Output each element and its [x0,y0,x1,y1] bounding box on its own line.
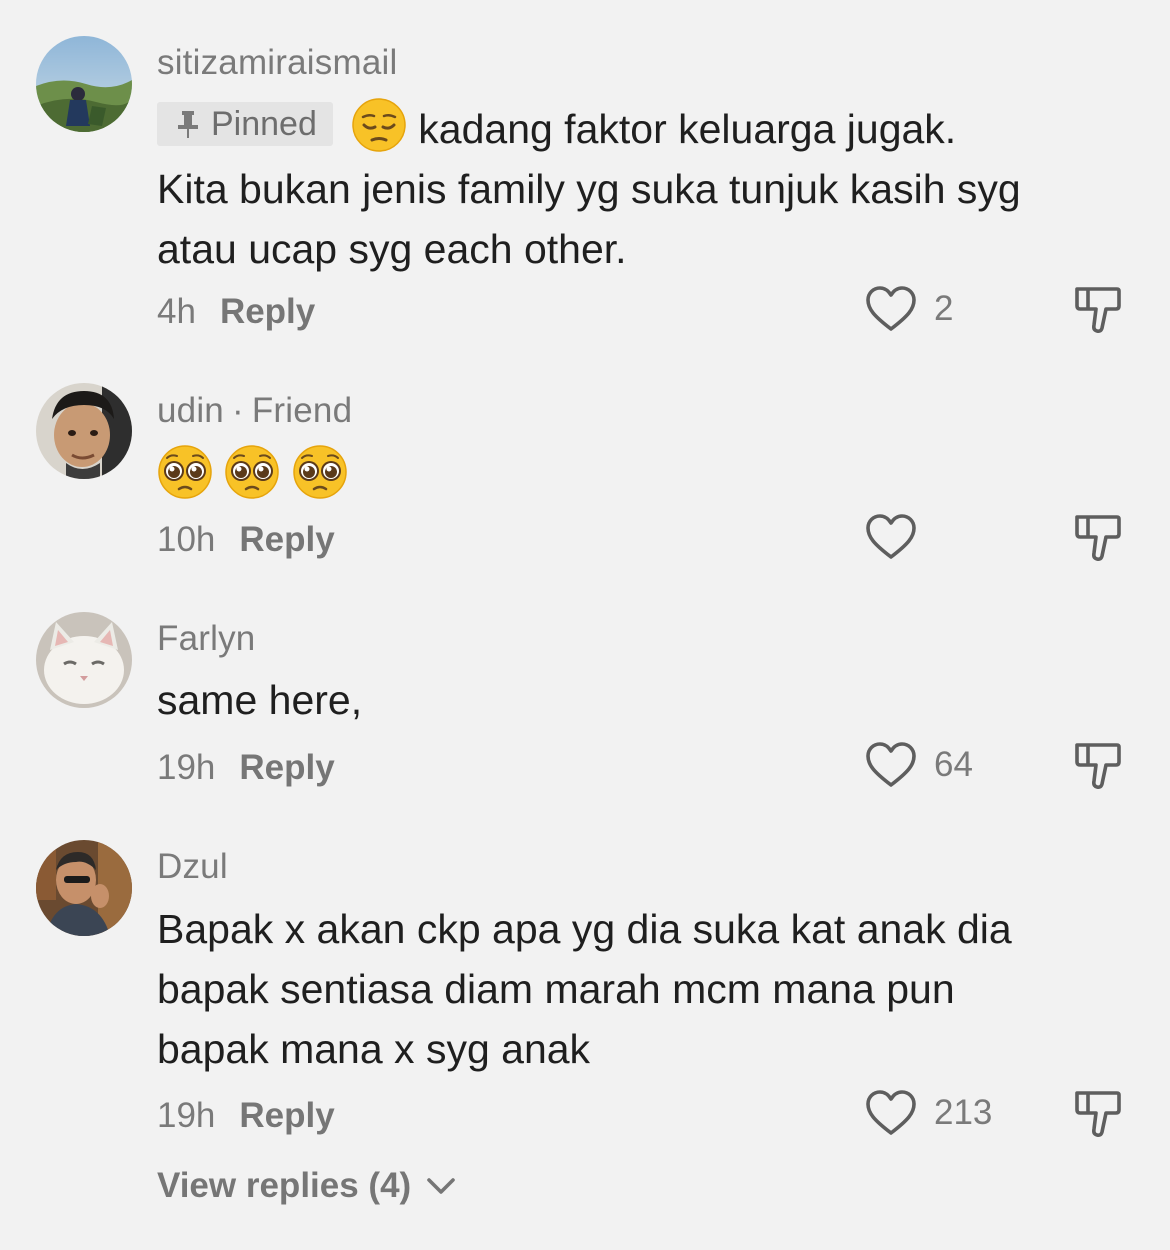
comment-username[interactable]: sitizamiraismail [157,43,397,83]
comment-time: 19h [157,1096,216,1135]
thumbs-down-icon [1075,1091,1121,1137]
comment-username: udin · Friend [157,391,352,431]
comment-time: 19h [157,748,216,787]
thumbs-down-icon [1075,515,1121,561]
pleading-face-icon [293,445,347,499]
reply-button[interactable]: Reply [239,1096,334,1135]
reply-button[interactable]: Reply [239,520,334,559]
heart-outline-icon [866,286,916,331]
chevron-down-icon [427,1178,456,1194]
like-count: 2 [934,289,954,328]
avatar[interactable] [36,840,132,936]
thumbs-down-icon [1075,743,1121,789]
comment-meta: 19h Reply [157,1096,335,1136]
pleading-face-icon [225,445,280,499]
comment-text-rest: Kita bukan jenis family yg suka tunjuk k… [157,166,1021,272]
comment-text: Bapak x akan ckp apa yg dia suka kat ana… [157,906,1012,1072]
comment-emojis [157,444,1037,506]
avatar[interactable] [36,36,132,132]
separator-dot: · [231,391,244,430]
thumbs-down-icon [1075,287,1121,333]
heart-outline-icon [866,1090,916,1135]
like-count: 64 [934,745,973,784]
comment-text-line1: kadang faktor keluarga jugak. [418,106,957,152]
avatar[interactable] [36,612,132,708]
like-button[interactable] [864,512,934,562]
comment-time: 10h [157,520,216,559]
like-button[interactable]: 64 [864,740,973,790]
dislike-button[interactable] [1072,512,1124,564]
avatar[interactable] [36,383,132,479]
view-replies-label: View replies (4) [157,1166,412,1205]
friend-label: Friend [251,391,353,430]
reply-button[interactable]: Reply [239,748,334,787]
comment-meta: 19h Reply [157,748,335,788]
comment-meta: 4h Reply [157,292,315,332]
comment-username-text[interactable]: udin [157,391,224,430]
like-button[interactable]: 213 [864,1088,992,1138]
pinned-badge: Pinned [157,102,333,146]
dislike-button[interactable] [1072,284,1124,336]
comment-username[interactable]: Farlyn [157,619,255,659]
comment-time: 4h [157,292,196,331]
reply-button[interactable]: Reply [220,292,315,331]
comment-text: same here, [157,677,363,723]
pensive-face-icon [352,98,406,152]
view-replies-button[interactable]: View replies (4) [157,1166,457,1206]
heart-outline-icon [866,514,916,559]
heart-outline-icon [866,742,916,787]
dislike-button[interactable] [1072,740,1124,792]
comment-meta: 10h Reply [157,520,335,560]
pinned-label: Pinned [211,105,317,143]
like-button[interactable]: 2 [864,284,953,334]
comment-username[interactable]: Dzul [157,847,228,887]
like-count: 213 [934,1093,993,1132]
dislike-button[interactable] [1072,1088,1124,1140]
pin-icon [178,111,198,138]
comment-text: Pinned kadang faktor keluarga jugak. Kit… [157,97,1037,279]
pleading-face-icon [158,445,212,499]
